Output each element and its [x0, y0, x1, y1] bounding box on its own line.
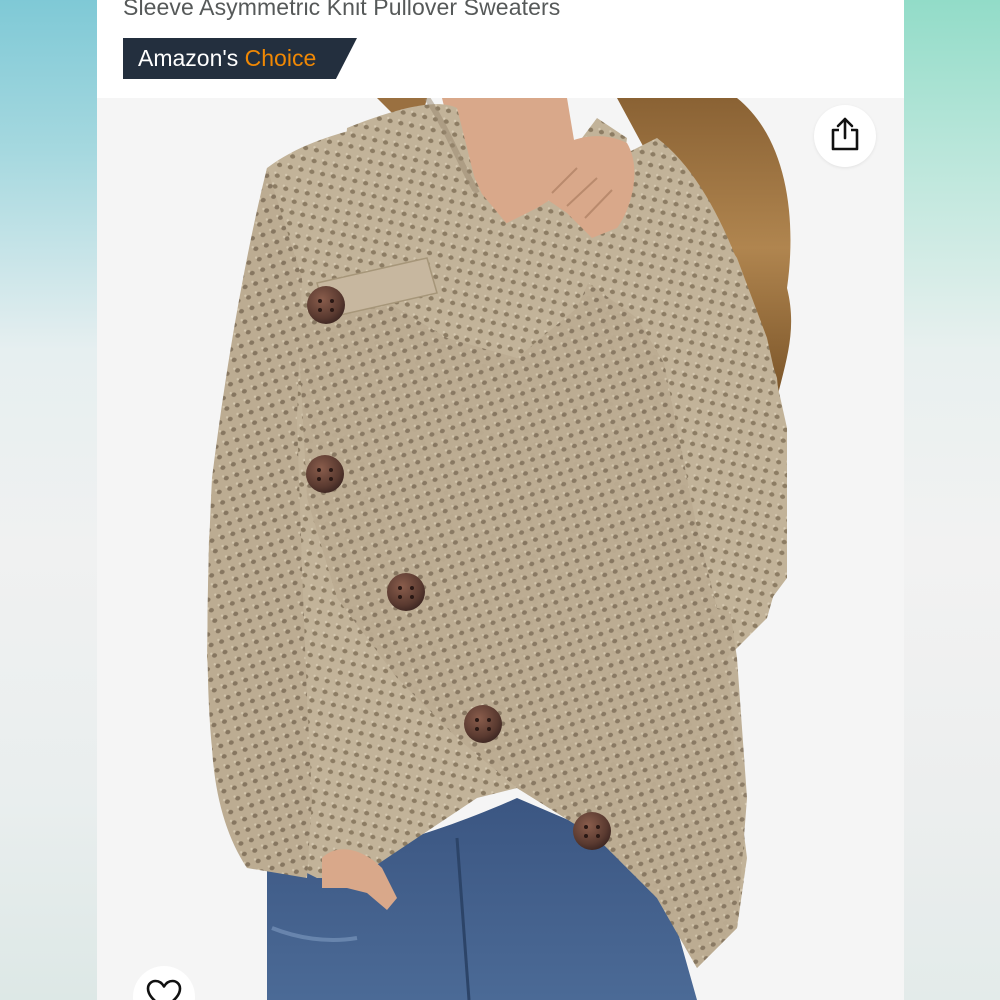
product-title: Sleeve Asymmetric Knit Pullover Sweaters: [123, 0, 561, 20]
badge-prefix: Amazon's: [138, 45, 239, 71]
left-sleeve: [207, 168, 312, 878]
product-page: Sleeve Asymmetric Knit Pullover Sweaters…: [97, 0, 904, 1000]
amazons-choice-badge: Amazon's Choice: [123, 38, 357, 79]
heart-icon: [145, 978, 183, 1000]
background-left: [0, 0, 97, 1000]
product-photo: [207, 98, 792, 1000]
share-button[interactable]: [814, 105, 876, 167]
product-image-gallery[interactable]: [97, 98, 904, 1000]
share-icon: [829, 116, 861, 157]
background-right: [904, 0, 1000, 1000]
badge-highlight: Choice: [244, 45, 317, 71]
